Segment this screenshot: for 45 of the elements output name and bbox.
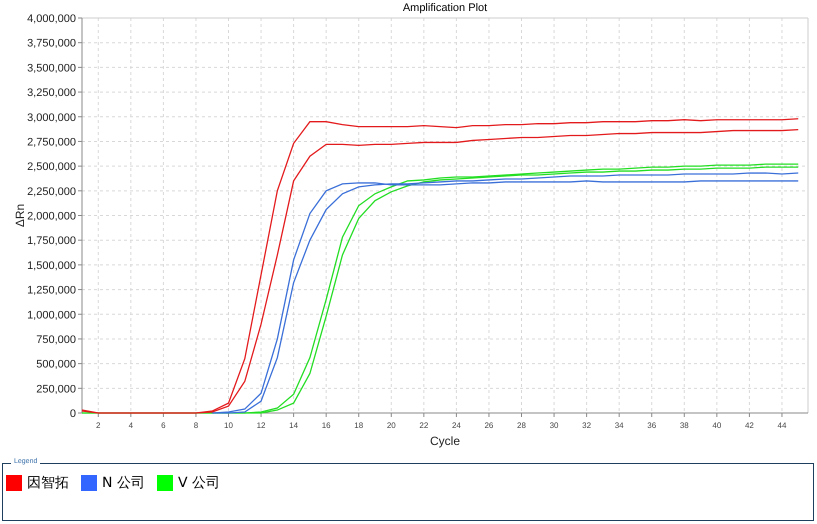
x-tick-label: 32: [582, 421, 592, 430]
y-axis-label: ΔRn: [13, 204, 27, 228]
x-tick-label: 2: [96, 421, 100, 430]
y-tick-label: 1,000,000: [27, 309, 76, 322]
x-tick-label: 26: [484, 421, 494, 430]
y-tick-label: 750,000: [36, 334, 76, 346]
legend-label: 因智拓: [27, 474, 69, 492]
y-tick-label: 2,000,000: [27, 210, 76, 222]
y-tick-label: 500,000: [36, 358, 76, 371]
x-tick-label: 24: [452, 421, 461, 430]
x-tick-label: 30: [550, 421, 559, 430]
x-axis-label: Cycle: [430, 434, 460, 448]
x-tick-label: 40: [712, 421, 722, 430]
x-tick-label: 16: [322, 421, 331, 430]
y-tick-label: 250,000: [36, 383, 76, 396]
x-tick-label: 28: [517, 421, 526, 430]
x-tick-label: 14: [289, 421, 298, 430]
x-tick-label: 18: [354, 421, 364, 430]
x-tick-label: 38: [680, 421, 689, 430]
y-tick-label: 3,000,000: [27, 112, 76, 124]
x-tick-label: 10: [224, 421, 233, 430]
y-tick-label: 2,750,000: [27, 136, 76, 148]
chart-title: Amplification Plot: [402, 2, 488, 14]
x-tick-label: 22: [419, 421, 428, 430]
y-tick-label: 1,500,000: [27, 260, 76, 272]
y-tick-label: 2,500,000: [27, 161, 76, 174]
x-tick-label: 12: [256, 421, 266, 430]
y-tick-label: 0: [70, 408, 76, 420]
x-tick-label: 20: [386, 421, 396, 430]
x-tick-label: 6: [161, 421, 166, 430]
y-tick-label: 3,750,000: [27, 38, 76, 50]
y-tick-label: 1,250,000: [27, 284, 76, 297]
x-tick-label: 34: [614, 421, 624, 430]
y-tick-label: 3,250,000: [27, 87, 76, 100]
y-tick-label: 3,500,000: [27, 62, 76, 74]
y-tick-label: 2,250,000: [27, 186, 76, 198]
legend-label: N 公司: [102, 474, 145, 492]
x-tick-label: 44: [778, 421, 786, 430]
y-tick-label: 4,000,000: [27, 13, 76, 25]
x-tick-label: 42: [744, 421, 754, 430]
x-tick-label: 8: [194, 421, 198, 430]
x-tick-label: 36: [647, 421, 656, 430]
x-tick-label: 4: [128, 421, 134, 430]
legend-label: V 公司: [178, 474, 220, 492]
y-tick-label: 1,750,000: [27, 235, 76, 248]
